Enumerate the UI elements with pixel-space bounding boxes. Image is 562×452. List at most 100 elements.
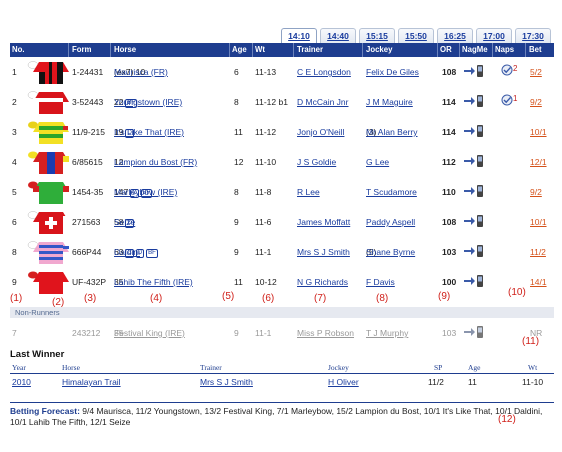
- horse-link[interactable]: Lampion du Bost (FR): [114, 157, 197, 167]
- trainer-link[interactable]: J S Goldie: [297, 157, 336, 167]
- nagme-button[interactable]: [463, 124, 485, 140]
- runner-row: 2 3-52443 Youngstown (IRE) 22 BF 8 11-12 …: [10, 87, 554, 117]
- bet-odds-link[interactable]: 10/1: [530, 127, 547, 137]
- form-figures: 1-24431: [72, 67, 104, 77]
- bet-odds-link[interactable]: 11/2: [530, 247, 546, 257]
- official-rating: 108: [442, 217, 457, 227]
- form-figures: 243212: [72, 328, 101, 338]
- jockey-link[interactable]: Shane Byrne: [366, 247, 415, 257]
- naps-indicator[interactable]: 2: [501, 64, 517, 76]
- mobile-phone-arrow-icon: [464, 215, 483, 227]
- weight: 11-8: [255, 187, 272, 197]
- tab-race-time[interactable]: 17:00: [476, 28, 512, 43]
- trainer-link[interactable]: Mrs S J Smith: [297, 247, 350, 257]
- jockey-link[interactable]: F Davis: [366, 277, 395, 287]
- age: 8: [234, 187, 239, 197]
- official-rating: 108: [442, 67, 457, 77]
- horse-link[interactable]: Seize: [114, 217, 135, 227]
- nagme-button[interactable]: [463, 184, 485, 200]
- age: 8: [234, 97, 239, 107]
- tab-race-time[interactable]: 14:10: [281, 28, 317, 43]
- lw-trainer-link[interactable]: Mrs S J Smith: [200, 377, 253, 387]
- nagme-button[interactable]: [463, 214, 485, 230]
- age: 12: [234, 157, 244, 167]
- jockey-link[interactable]: T Scudamore: [366, 187, 417, 197]
- trainer-link[interactable]: R Lee: [297, 187, 320, 197]
- nagme-button[interactable]: [463, 274, 485, 290]
- lw-col-trainer: Trainer: [200, 363, 222, 372]
- mobile-phone-arrow-icon: [464, 275, 483, 287]
- nagme-button[interactable]: [463, 64, 485, 80]
- runner-row: 3 11/9-215 It's Like That (IRE) 19 D 11 1…: [10, 117, 554, 147]
- jockey-silks-icon: [27, 61, 69, 84]
- horse-link[interactable]: Lahib The Fifth (IRE): [114, 277, 193, 287]
- runner-number: 6: [12, 217, 17, 227]
- tab-race-time[interactable]: 17:30: [515, 28, 551, 43]
- trainer-link[interactable]: Miss P Robson: [297, 328, 354, 338]
- last-winner-title: Last Winner: [10, 349, 65, 360]
- jockey-link[interactable]: T J Murphy: [366, 328, 408, 338]
- horse-link[interactable]: Daldini: [114, 247, 140, 257]
- annotation-marker: (1): [10, 293, 23, 304]
- bet-odds-link[interactable]: 14/1: [530, 277, 547, 287]
- jockey-link[interactable]: Felix De Giles: [366, 67, 419, 77]
- trainer-link[interactable]: C E Longsdon: [297, 67, 351, 77]
- jockey-silks-icon: [28, 151, 69, 174]
- badge: BF: [146, 249, 158, 258]
- mobile-phone-arrow-icon: [464, 155, 483, 167]
- jockey-link[interactable]: Paddy Aspell: [366, 217, 415, 227]
- trainer-link[interactable]: D McCain Jnr: [297, 97, 348, 107]
- race-time-tabs: 14:10 14:40 15:15 15:50 16:25 17:00 17:3…: [281, 28, 554, 43]
- bet-odds-link[interactable]: 10/1: [530, 217, 547, 227]
- trainer-link[interactable]: Jonjo O'Neill: [297, 127, 344, 137]
- col-form: Form: [72, 45, 92, 54]
- nagme-button[interactable]: [463, 94, 485, 110]
- runner-row: 6 271563 Seize 58 D 9 11-6 James Moffatt …: [10, 207, 554, 237]
- nagme-button[interactable]: [463, 325, 485, 341]
- col-no: No.: [12, 45, 25, 54]
- horse-link[interactable]: Maurisca (FR): [114, 67, 168, 77]
- trainer-link[interactable]: N G Richards: [297, 277, 348, 287]
- weight: 11-10: [255, 157, 277, 167]
- lw-wt: 11-10: [522, 377, 544, 387]
- last-winner-header: Year Horse Trainer Jockey SP Age Wt: [10, 363, 554, 374]
- official-rating: 100: [442, 277, 457, 287]
- age: 9: [234, 247, 239, 257]
- weight: 11-12 b1: [255, 97, 288, 107]
- lw-col-year: Year: [12, 363, 26, 372]
- horse-link[interactable]: Youngstown (IRE): [114, 97, 182, 107]
- lw-year-link[interactable]: 2010: [12, 377, 31, 387]
- annotation-marker: (6): [262, 293, 275, 304]
- lw-jockey-link[interactable]: H Oliver: [328, 377, 359, 387]
- official-rating: 103: [442, 247, 457, 257]
- bet-odds-link[interactable]: 12/1: [530, 157, 547, 167]
- horse-link[interactable]: Marleybow (IRE): [114, 187, 177, 197]
- age: 11: [234, 127, 243, 137]
- col-age: Age: [232, 45, 247, 54]
- trainer-link[interactable]: James Moffatt: [297, 217, 350, 227]
- horse-link[interactable]: It's Like That (IRE): [114, 127, 184, 137]
- bet-odds-link[interactable]: 9/2: [530, 97, 542, 107]
- nagme-button[interactable]: [463, 154, 485, 170]
- nagme-button[interactable]: [463, 244, 485, 260]
- tab-race-time[interactable]: 15:50: [398, 28, 434, 43]
- official-rating: 110: [442, 187, 456, 197]
- jockey-link[interactable]: G Lee: [366, 157, 389, 167]
- tab-race-time[interactable]: 14:40: [320, 28, 356, 43]
- annotation-marker: (7): [314, 293, 327, 304]
- runner-number: 3: [12, 127, 17, 137]
- horse-link[interactable]: Festival King (IRE): [114, 328, 185, 338]
- naps-indicator[interactable]: 1: [501, 94, 517, 106]
- bet-odds-link[interactable]: 9/2: [530, 187, 542, 197]
- col-jockey: Jockey: [366, 45, 393, 54]
- jockey-link[interactable]: J M Maguire: [366, 97, 413, 107]
- form-figures: 666P44: [72, 247, 102, 257]
- col-horse: Horse: [114, 45, 137, 54]
- official-rating: 114: [442, 97, 456, 107]
- mobile-phone-arrow-icon: [464, 125, 483, 137]
- jockey-link[interactable]: Mr Alan Berry: [366, 127, 418, 137]
- tab-race-time[interactable]: 16:25: [437, 28, 473, 43]
- tab-race-time[interactable]: 15:15: [359, 28, 395, 43]
- lw-horse-link[interactable]: Himalayan Trail: [62, 377, 121, 387]
- bet-odds-link[interactable]: 5/2: [530, 67, 542, 77]
